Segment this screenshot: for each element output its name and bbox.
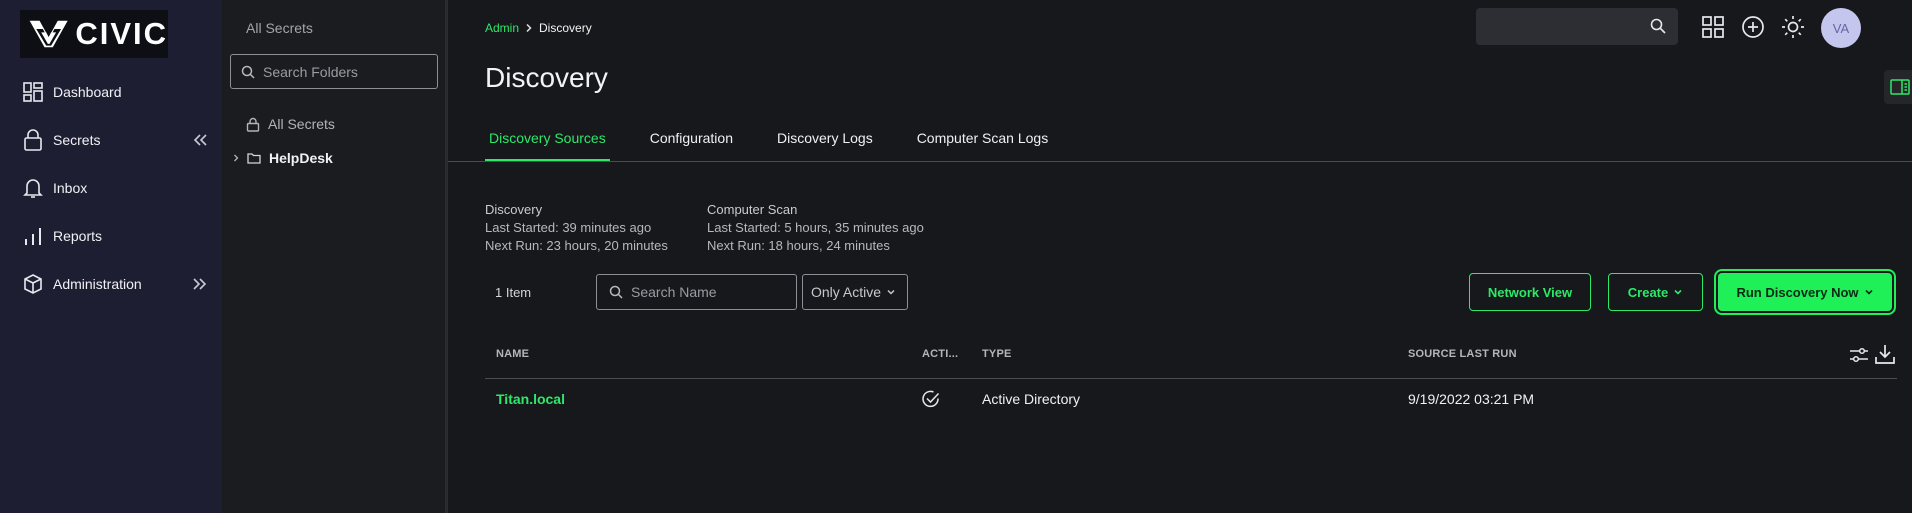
app-grid-icon[interactable] bbox=[1701, 15, 1725, 39]
tree-item-helpdesk[interactable]: HelpDesk bbox=[231, 150, 333, 166]
brand-name: CIVIC bbox=[75, 16, 168, 51]
chevron-down-icon bbox=[1674, 289, 1682, 295]
left-nav: CIVIC Dashboard Secrets Inbox Reports Ad… bbox=[0, 0, 222, 513]
main-content: Admin Discovery Discovery VA Discovery S… bbox=[448, 0, 1912, 513]
breadcrumb: Admin Discovery bbox=[485, 21, 592, 35]
dashboard-icon bbox=[22, 81, 44, 103]
page-title: Discovery bbox=[485, 62, 608, 93]
bar-chart-icon bbox=[22, 225, 44, 247]
breadcrumb-current: Discovery bbox=[539, 21, 592, 35]
nav-item-label: Dashboard bbox=[53, 84, 122, 100]
tree-item-label: All Secrets bbox=[268, 116, 335, 132]
folder-panel: All Secrets All Secrets HelpDesk bbox=[222, 0, 448, 513]
breadcrumb-admin-link[interactable]: Admin bbox=[485, 21, 519, 35]
column-header-source-last-run[interactable]: SOURCE LAST RUN bbox=[1408, 348, 1517, 360]
network-view-button[interactable]: Network View bbox=[1469, 273, 1591, 311]
create-label: Create bbox=[1627, 284, 1669, 300]
nav-item-label: Reports bbox=[53, 228, 103, 244]
nav-item-label: Inbox bbox=[53, 180, 88, 196]
nav-item-inbox[interactable]: Inbox bbox=[0, 166, 222, 210]
folder-search-input[interactable] bbox=[263, 63, 423, 80]
discovery-last-started: Last Started: 39 minutes ago bbox=[485, 220, 652, 235]
search-icon bbox=[241, 65, 255, 79]
tab-divider bbox=[448, 161, 1912, 162]
computer-scan-last-started: Last Started: 5 hours, 35 minutes ago bbox=[707, 220, 924, 235]
source-last-run: 9/19/2022 03:21 PM bbox=[1408, 391, 1535, 407]
computer-scan-next-run: Next Run: 18 hours, 24 minutes bbox=[707, 238, 890, 253]
bell-icon bbox=[22, 177, 44, 199]
column-header-active[interactable]: ACTI... bbox=[922, 348, 958, 360]
tab-computer-scan-logs[interactable]: Computer Scan Logs bbox=[913, 130, 1053, 161]
discovery-status-title: Discovery bbox=[485, 202, 543, 217]
network-view-label: Network View bbox=[1487, 284, 1573, 300]
item-count: 1 Item bbox=[495, 285, 532, 300]
computer-scan-status-title: Computer Scan bbox=[707, 202, 798, 217]
active-filter-select[interactable]: Only Active bbox=[802, 274, 908, 310]
tab-configuration[interactable]: Configuration bbox=[646, 130, 737, 161]
search-icon bbox=[609, 285, 623, 299]
folder-search-box[interactable] bbox=[230, 54, 438, 89]
chevron-down-icon bbox=[1864, 289, 1873, 295]
breadcrumb-separator-icon bbox=[526, 23, 532, 33]
user-avatar[interactable]: VA bbox=[1821, 8, 1861, 48]
download-icon[interactable] bbox=[1874, 343, 1896, 365]
chevron-down-icon bbox=[887, 289, 895, 295]
cube-icon bbox=[22, 273, 44, 295]
table-header-divider bbox=[485, 378, 1897, 379]
source-name-link[interactable]: Titan.local bbox=[496, 391, 565, 407]
global-search-input[interactable] bbox=[1486, 16, 1636, 32]
name-search-input[interactable] bbox=[631, 284, 781, 300]
nav-item-secrets[interactable]: Secrets bbox=[0, 118, 222, 162]
active-filter-value: Only Active bbox=[811, 284, 882, 300]
column-header-type[interactable]: TYPE bbox=[982, 348, 1012, 360]
nav-item-reports[interactable]: Reports bbox=[0, 214, 222, 258]
tab-discovery-sources[interactable]: Discovery Sources bbox=[485, 130, 610, 161]
computer-scan-status: Computer Scan Last Started: 5 hours, 35 … bbox=[707, 201, 924, 255]
expand-double-chevron-icon[interactable] bbox=[190, 274, 210, 294]
tab-discovery-logs[interactable]: Discovery Logs bbox=[773, 130, 877, 161]
check-circle-icon bbox=[922, 390, 940, 408]
tree-item-all-secrets[interactable]: All Secrets bbox=[246, 116, 335, 132]
column-header-name[interactable]: NAME bbox=[496, 348, 529, 360]
discovery-status: Discovery Last Started: 39 minutes ago N… bbox=[485, 201, 668, 255]
logo-mark-icon bbox=[29, 20, 68, 48]
global-search-box[interactable] bbox=[1476, 8, 1678, 45]
tree-item-label: HelpDesk bbox=[269, 150, 333, 166]
folder-icon bbox=[247, 153, 261, 164]
brand-logo[interactable]: CIVIC bbox=[20, 10, 168, 58]
panel-toggle-icon bbox=[1890, 79, 1910, 95]
lock-icon bbox=[22, 129, 44, 151]
nav-item-dashboard[interactable]: Dashboard bbox=[0, 70, 222, 114]
add-circle-icon[interactable] bbox=[1741, 15, 1765, 39]
run-discovery-now-button[interactable]: Run Discovery Now bbox=[1718, 273, 1892, 311]
discovery-next-run: Next Run: 23 hours, 20 minutes bbox=[485, 238, 668, 253]
nav-item-label: Secrets bbox=[53, 132, 101, 148]
source-type: Active Directory bbox=[982, 391, 1081, 407]
column-settings-icon[interactable] bbox=[1849, 346, 1869, 364]
lock-icon bbox=[246, 117, 260, 132]
create-button[interactable]: Create bbox=[1608, 273, 1703, 311]
nav-item-label: Administration bbox=[53, 276, 142, 292]
theme-sun-icon[interactable] bbox=[1781, 15, 1805, 39]
name-search-box[interactable] bbox=[596, 274, 797, 310]
collapse-double-chevron-icon[interactable] bbox=[190, 130, 210, 150]
folder-panel-header: All Secrets bbox=[246, 20, 313, 36]
nav-item-administration[interactable]: Administration bbox=[0, 262, 222, 306]
chevron-right-icon[interactable] bbox=[231, 153, 241, 163]
side-panel-toggle[interactable] bbox=[1884, 70, 1912, 104]
search-icon bbox=[1650, 18, 1666, 34]
run-discovery-label: Run Discovery Now bbox=[1736, 284, 1859, 300]
tab-bar: Discovery Sources Configuration Discover… bbox=[485, 130, 1088, 162]
